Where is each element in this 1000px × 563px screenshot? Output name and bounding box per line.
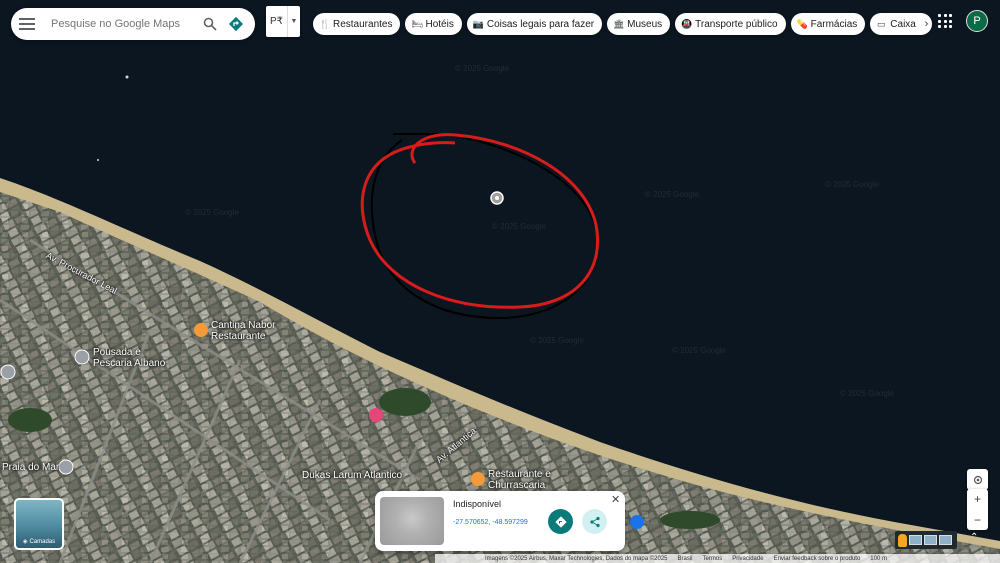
hotel-icon: 🛏 — [411, 18, 423, 29]
restaurant-poi-marker[interactable] — [471, 472, 485, 486]
chip-coisas-legais[interactable]: 📷 Coisas legais para fazer — [466, 13, 603, 35]
photo-thumbnail[interactable] — [939, 535, 952, 545]
menu-icon[interactable] — [19, 18, 35, 30]
footer-link[interactable]: Privacidade — [732, 556, 763, 562]
pegman-icon[interactable] — [898, 533, 907, 547]
transit-icon: 🚇 — [681, 18, 693, 29]
watermark: © 2025 Google — [840, 389, 894, 398]
chip-label: Coisas legais para fazer — [486, 18, 595, 30]
layers-label-row: ◈ Camadas — [16, 538, 62, 546]
museum-icon: 🏛 — [613, 18, 625, 29]
close-icon[interactable]: ✕ — [611, 493, 620, 506]
praia-poi-marker[interactable] — [58, 459, 74, 475]
directions-icon — [554, 515, 567, 528]
footer-link[interactable]: Termos — [703, 556, 723, 562]
location-coordinates[interactable]: -27.570652, -48.597299 — [453, 519, 528, 526]
camera-icon: 📷 — [472, 18, 485, 29]
transit-label: P₹ — [266, 6, 288, 37]
chip-label: Caixa — [890, 18, 916, 30]
chip-caixa[interactable]: ▭ Caixa › — [870, 13, 933, 35]
restaurant-icon: 🍴 — [319, 18, 331, 29]
watermark: © 2025 Google — [455, 64, 509, 73]
layers-button[interactable]: ◈ Camadas — [14, 498, 64, 550]
directions-icon[interactable] — [225, 13, 247, 35]
place-label-seafood[interactable]: Restaurante e Churrascaria — [488, 469, 551, 491]
place-label-dukas[interactable]: Dukas Larum Atlantico — [302, 470, 402, 481]
layers-icon: ◈ — [22, 539, 28, 545]
chip-label: Farmácias — [810, 18, 858, 30]
share-icon — [589, 516, 600, 527]
location-target-icon — [973, 475, 982, 484]
chip-hoteis[interactable]: 🛏 Hotéis — [405, 13, 462, 35]
chip-transporte[interactable]: 🚇 Transporte público — [675, 13, 786, 35]
chevron-right-icon[interactable]: › — [925, 18, 929, 30]
tree-cluster — [660, 511, 720, 529]
attribution-footer: Imagens ©2025 Airbus, Maxar Technologies… — [435, 554, 1000, 563]
scale-bar[interactable]: 100 m — [870, 556, 887, 562]
watermark: © 2025 Google — [185, 208, 239, 217]
chip-label: Museus — [627, 18, 663, 30]
search-input[interactable] — [51, 18, 195, 30]
apps-grid-icon[interactable] — [938, 14, 952, 28]
imagery-attribution: Imagens ©2025 Airbus, Maxar Technologies… — [485, 555, 668, 562]
pharmacy-icon: 💊 — [796, 18, 808, 29]
search-icon[interactable] — [199, 13, 221, 35]
pink-poi-marker[interactable] — [369, 408, 383, 422]
category-chips: 🍴 Restaurantes 🛏 Hotéis 📷 Coisas legais par… — [313, 13, 933, 35]
chip-farmacias[interactable]: 💊 Farmácias — [790, 13, 866, 35]
avatar[interactable]: P — [966, 10, 988, 32]
boat — [97, 159, 99, 161]
watermark: © 2025 Google — [825, 180, 879, 189]
my-location-button[interactable] — [967, 469, 988, 490]
pousada-poi-marker[interactable] — [74, 349, 90, 365]
watermark: © 2025 Google — [530, 336, 584, 345]
chip-label: Restaurantes — [333, 18, 393, 30]
chip-label: Hotéis — [425, 18, 454, 30]
watermark: © 2025 Google — [645, 190, 699, 199]
shopping-poi-marker[interactable] — [630, 515, 644, 529]
expand-icon[interactable]: ⌃ — [970, 532, 978, 543]
restaurant-poi-marker[interactable] — [194, 323, 208, 337]
location-thumbnail[interactable] — [380, 497, 444, 545]
footer-link[interactable]: Enviar feedback sobre o produto — [774, 556, 861, 562]
zoom-in-button[interactable]: + — [974, 492, 981, 506]
zoom-control: + − — [967, 489, 988, 530]
share-button[interactable] — [582, 509, 607, 534]
place-label-restaurant[interactable]: Cantina Nabor Restaurante — [211, 320, 275, 342]
place-label-praia[interactable]: Praia do Mar — [2, 462, 59, 473]
chip-label: Transporte público — [695, 18, 778, 30]
tree-cluster — [8, 408, 52, 432]
chip-museus[interactable]: 🏛 Museus — [607, 13, 671, 35]
atm-icon: ▭ — [877, 18, 886, 29]
chevron-down-icon: ▼ — [290, 18, 298, 25]
watermark: © 2025 Google — [492, 222, 546, 231]
transit-dropdown-button[interactable]: P₹ ▼ — [266, 6, 300, 37]
footer-link[interactable]: Brasil — [678, 556, 693, 562]
dropped-pin-dot — [495, 196, 499, 200]
location-info-card: Indisponível -27.570652, -48.597299 ✕ — [375, 491, 625, 551]
chip-restaurantes[interactable]: 🍴 Restaurantes — [313, 13, 401, 35]
place-poi-marker[interactable] — [0, 364, 16, 380]
zoom-out-button[interactable]: − — [974, 513, 981, 527]
place-label-pousada[interactable]: Pousada e Pescaria Albano — [93, 347, 165, 369]
photo-thumbnail[interactable] — [924, 535, 937, 545]
watermark: © 2025 Google — [672, 346, 726, 355]
boat — [125, 75, 129, 79]
street-view-bar[interactable] — [895, 531, 957, 549]
search-box — [11, 8, 255, 40]
photo-thumbnail[interactable] — [909, 535, 922, 545]
location-title[interactable]: Indisponível — [453, 499, 501, 509]
layers-label: Camadas — [29, 538, 56, 545]
directions-button[interactable] — [548, 509, 573, 534]
tree-cluster — [379, 388, 431, 416]
